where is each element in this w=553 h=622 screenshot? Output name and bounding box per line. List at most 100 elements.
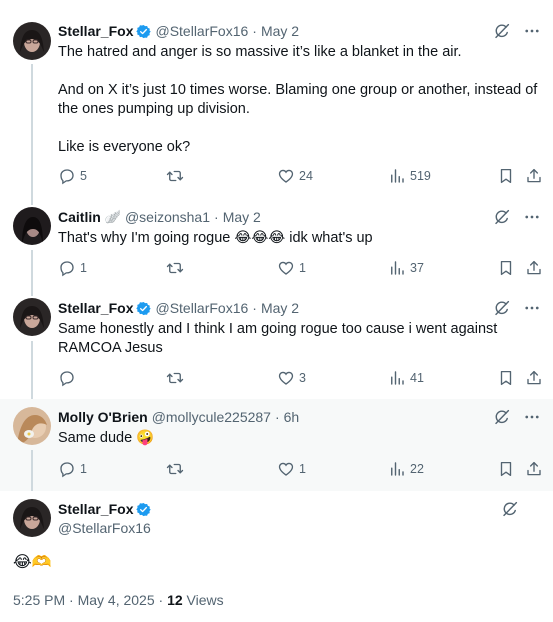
reply-tweet[interactable]: Stellar_Fox @StellarFox16 · May 2 Same h… bbox=[0, 290, 553, 405]
views-icon bbox=[388, 167, 406, 185]
views-count: 41 bbox=[410, 371, 424, 385]
display-name[interactable]: Stellar_Fox bbox=[58, 300, 133, 316]
repost-icon bbox=[166, 259, 184, 277]
more-icon[interactable] bbox=[523, 208, 541, 226]
like-icon bbox=[277, 460, 295, 478]
more-icon[interactable] bbox=[523, 408, 541, 426]
grok-icon[interactable] bbox=[493, 22, 511, 40]
views-count: 12 bbox=[167, 592, 183, 608]
more-icon[interactable] bbox=[523, 299, 541, 317]
views-count: 22 bbox=[410, 462, 424, 476]
views-button[interactable]: 41 bbox=[388, 368, 424, 388]
thread-line bbox=[31, 64, 33, 205]
tweet-text: Same honestly and I think I am going rog… bbox=[58, 320, 508, 358]
avatar[interactable] bbox=[13, 298, 51, 336]
like-button[interactable]: 3 bbox=[277, 368, 306, 388]
display-name[interactable]: Caitlin bbox=[58, 209, 101, 225]
main-tweet-handle-row: @StellarFox16 bbox=[58, 520, 151, 536]
repost-button[interactable] bbox=[166, 459, 188, 479]
avatar[interactable] bbox=[13, 407, 51, 445]
repost-button[interactable] bbox=[166, 368, 188, 388]
reply-count: 1 bbox=[80, 462, 87, 476]
like-count: 1 bbox=[299, 261, 306, 275]
tweet-timestamp[interactable]: 5:25 PM · May 4, 2025 · bbox=[13, 592, 167, 608]
views-button[interactable]: 37 bbox=[388, 258, 424, 278]
display-name[interactable]: Molly O'Brien bbox=[58, 409, 148, 425]
like-button[interactable]: 1 bbox=[277, 258, 306, 278]
user-handle[interactable]: @StellarFox16 bbox=[155, 300, 248, 316]
avatar[interactable] bbox=[13, 22, 51, 60]
action-bar: 5 24 519 bbox=[58, 166, 545, 186]
bookmark-icon bbox=[497, 167, 515, 185]
tweet-time[interactable]: May 2 bbox=[223, 209, 261, 225]
tweet-text-content: The hatred and anger is so massive it’s … bbox=[58, 44, 538, 155]
grok-icon[interactable] bbox=[493, 299, 511, 317]
repost-icon bbox=[166, 460, 184, 478]
avatar[interactable] bbox=[13, 499, 51, 537]
tweet-header: Molly O'Brien @mollycule225287 · 6h bbox=[58, 409, 299, 425]
verified-badge-icon bbox=[136, 301, 151, 316]
user-handle[interactable]: @seizonsha1 bbox=[125, 209, 210, 225]
share-button[interactable] bbox=[525, 368, 543, 388]
more-icon[interactable] bbox=[523, 22, 541, 40]
tweet-text: That's why I'm going rogue 😂😂😂 idk what'… bbox=[58, 229, 543, 248]
action-bar: 3 41 bbox=[58, 368, 545, 388]
grok-icon[interactable] bbox=[493, 208, 511, 226]
main-tweet-text: 😂🫶 bbox=[13, 554, 52, 571]
bookmark-button[interactable] bbox=[497, 368, 515, 388]
separator-dot: · bbox=[214, 209, 219, 225]
share-button[interactable] bbox=[525, 459, 543, 479]
reply-button[interactable]: 5 bbox=[58, 166, 87, 186]
reply-button[interactable] bbox=[58, 368, 80, 388]
reply-tweet[interactable]: Stellar_Fox @StellarFox16 · May 2 The ha… bbox=[0, 0, 553, 205]
user-handle[interactable]: @mollycule225287 bbox=[152, 409, 271, 425]
display-name[interactable]: Stellar_Fox bbox=[58, 501, 133, 517]
action-bar: 1 1 22 bbox=[58, 459, 545, 479]
reply-button[interactable]: 1 bbox=[58, 459, 87, 479]
tweet-header: Caitlin 🪽 @seizonsha1 · May 2 bbox=[58, 209, 261, 225]
display-name[interactable]: Stellar_Fox bbox=[58, 23, 133, 39]
avatar[interactable] bbox=[13, 207, 51, 245]
like-button[interactable]: 24 bbox=[277, 166, 313, 186]
views-label: Views bbox=[182, 592, 224, 608]
tweet-time[interactable]: May 2 bbox=[261, 23, 299, 39]
tweet-time[interactable]: 6h bbox=[284, 409, 300, 425]
bookmark-button[interactable] bbox=[497, 459, 515, 479]
reply-tweet[interactable]: Caitlin 🪽 @seizonsha1 · May 2 That's why… bbox=[0, 200, 553, 296]
tweet-top-actions bbox=[493, 408, 541, 426]
share-button[interactable] bbox=[525, 166, 543, 186]
tweet-text-content: Same dude 🤪 bbox=[58, 430, 155, 446]
like-icon bbox=[277, 369, 295, 387]
reply-icon bbox=[58, 167, 76, 185]
user-handle[interactable]: @StellarFox16 bbox=[58, 520, 151, 536]
user-handle[interactable]: @StellarFox16 bbox=[155, 23, 248, 39]
views-button[interactable]: 22 bbox=[388, 459, 424, 479]
grok-icon[interactable] bbox=[501, 500, 519, 518]
like-count: 24 bbox=[299, 169, 313, 183]
share-icon bbox=[525, 259, 543, 277]
verified-badge-icon bbox=[136, 24, 151, 39]
bookmark-button[interactable] bbox=[497, 258, 515, 278]
reply-button[interactable]: 1 bbox=[58, 258, 87, 278]
reply-tweet[interactable]: Molly O'Brien @mollycule225287 · 6h Same… bbox=[0, 399, 553, 491]
share-button[interactable] bbox=[525, 258, 543, 278]
like-icon bbox=[277, 259, 295, 277]
reply-icon bbox=[58, 259, 76, 277]
reply-count: 5 bbox=[80, 169, 87, 183]
like-button[interactable]: 1 bbox=[277, 459, 306, 479]
tweet-header: Stellar_Fox @StellarFox16 · May 2 bbox=[58, 23, 299, 39]
name-emoji: 🪽 bbox=[104, 209, 121, 224]
thread-line bbox=[31, 450, 33, 491]
views-button[interactable]: 519 bbox=[388, 166, 431, 186]
main-tweet-name-row: Stellar_Fox bbox=[58, 501, 155, 517]
tweet-time[interactable]: May 2 bbox=[261, 300, 299, 316]
tweet-text: Same dude 🤪 bbox=[58, 429, 543, 448]
tweet-top-actions bbox=[493, 299, 541, 317]
repost-button[interactable] bbox=[166, 166, 188, 186]
bookmark-button[interactable] bbox=[497, 166, 515, 186]
repost-button[interactable] bbox=[166, 258, 188, 278]
tweet-text-content: Same honestly and I think I am going rog… bbox=[58, 321, 502, 356]
repost-icon bbox=[166, 369, 184, 387]
separator-dot: · bbox=[252, 23, 257, 39]
grok-icon[interactable] bbox=[493, 408, 511, 426]
